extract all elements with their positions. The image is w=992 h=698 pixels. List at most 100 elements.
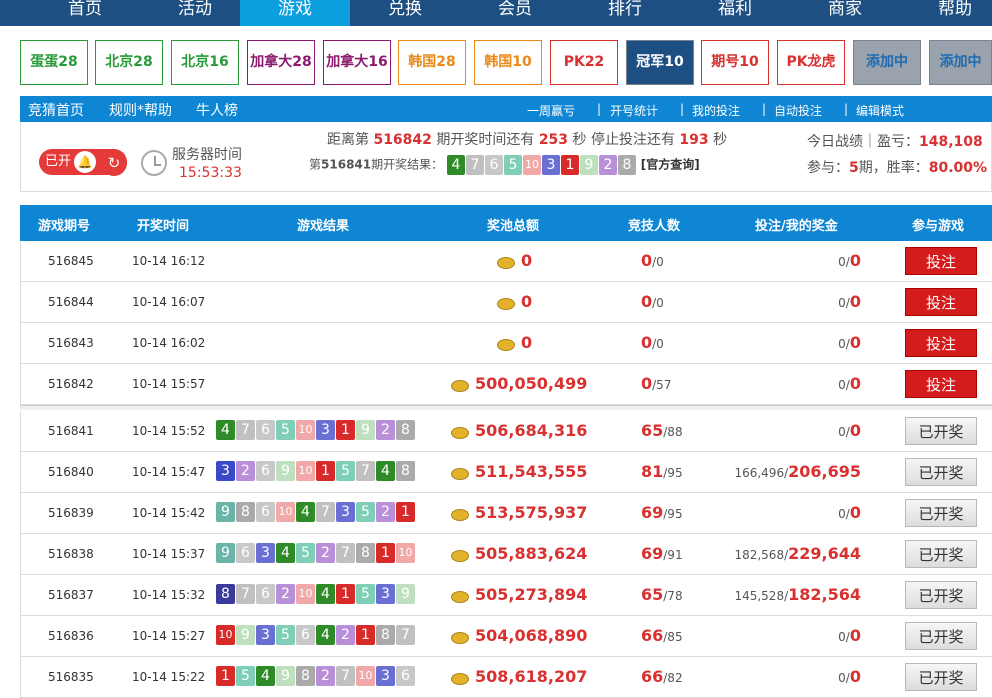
topnav-item[interactable]: 游戏 [240,0,350,26]
result-ball: 2 [316,666,335,686]
table-row: 516842 10-14 15:57 500,050,499 0/57 0/0 投注 [20,364,992,405]
result-ball: 2 [316,543,335,563]
result-ball: 3 [256,543,275,563]
drawn-button[interactable]: 已开奖 [905,417,977,445]
result-balls: 3 2 6 9 10 1 5 7 4 8 [216,461,416,481]
subnav-mybets-link[interactable]: 我的投注 [692,102,740,119]
result-ball: 4 [316,625,335,645]
drawn-button[interactable]: 已开奖 [905,458,977,486]
result-ball: 7 [336,543,355,563]
drawn-button[interactable]: 已开奖 [905,622,977,650]
result-ball: 3 [376,666,395,686]
topnav-item[interactable]: 排行 [570,0,680,26]
result-ball: 10 [296,420,315,440]
game-tab[interactable]: 北京28 [95,40,163,85]
result-ball: 7 [236,420,255,440]
col-players: 竞技人数 [628,219,681,234]
bet-button[interactable]: 投注 [905,288,977,316]
game-tab[interactable]: PK龙虎 [777,40,845,85]
result-balls: 9 8 6 10 4 7 3 5 2 1 [216,502,416,522]
bet-button[interactable]: 投注 [905,370,977,398]
pool-total: 505,273,894 [451,585,587,604]
coin-icon [451,631,469,644]
table-header: 游戏期号 开奖时间 游戏结果 奖池总额 竞技人数 投注/我的奖金 参与游戏 [20,205,992,241]
issue-number: 516840 [48,465,94,479]
issue-number: 516842 [48,377,94,391]
topnav-item[interactable]: 首页 [30,0,140,26]
table-row: 516843 10-14 16:02 0 0/0 0/0 投注 [20,323,992,364]
game-tab[interactable]: PK22 [550,40,618,85]
topnav-item[interactable]: 福利 [680,0,790,26]
game-tab[interactable]: 韩国10 [474,40,542,85]
col-join: 参与游戏 [912,219,965,234]
subnav-editmode-link[interactable]: 编辑模式 [856,102,904,119]
refresh-icon[interactable]: ↻ [101,150,127,176]
coin-icon [497,256,515,269]
subnav-ranking-link[interactable]: 牛人榜 [196,100,238,120]
coin-icon [451,549,469,562]
result-ball: 5 [276,420,295,440]
today-stats: 今日战绩｜盈亏：148,108 [807,134,983,150]
drawn-button[interactable]: 已开奖 [905,540,977,568]
subnav-weekly-link[interactable]: 一周赢亏 [527,102,575,119]
issue-number: 516837 [48,588,94,602]
pool-total: 508,618,207 [451,667,587,686]
pool-value: 0 [521,333,533,352]
issue-number: 516838 [48,547,94,561]
bell-icon: 🔔 [74,151,96,173]
result-ball: 5 [503,155,522,175]
result-ball: 5 [356,502,375,522]
result-ball: 9 [216,502,235,522]
game-tab[interactable]: 韩国28 [398,40,466,85]
draw-time: 10-14 15:37 [132,547,206,561]
result-ball: 1 [336,584,355,604]
game-tab[interactable]: 蛋蛋28 [20,40,88,85]
result-ball: 10 [296,584,315,604]
topnav-item[interactable]: 活动 [140,0,250,26]
result-ball: 8 [296,666,315,686]
divider [20,405,992,410]
result-ball: 8 [396,461,415,481]
pool-total: 506,684,316 [451,421,587,440]
bet-prize: 0/0 [838,251,861,270]
result-ball: 6 [396,666,415,686]
bet-button[interactable]: 投注 [905,329,977,357]
result-ball: 2 [236,461,255,481]
game-tab[interactable]: 添加中 [929,40,992,85]
game-tab[interactable]: 北京16 [171,40,239,85]
game-tab[interactable]: 加拿大28 [247,40,315,85]
bet-prize: 0/0 [838,626,861,645]
result-ball: 5 [356,584,375,604]
topnav-item[interactable]: 兑换 [350,0,460,26]
col-result: 游戏结果 [297,219,350,234]
result-balls: 4 7 6 5 10 3 1 9 2 8 [216,420,416,440]
result-ball: 3 [316,420,335,440]
pool-value: 505,273,894 [475,585,588,604]
divider: | [844,102,849,116]
result-ball: 4 [296,502,315,522]
game-tab[interactable]: 冠军10 [626,40,694,85]
bet-button[interactable]: 投注 [905,247,977,275]
game-tab[interactable]: 添加中 [853,40,921,85]
subnav-autobet-link[interactable]: 自动投注 [774,102,822,119]
topnav-item[interactable]: 帮助 [900,0,992,26]
divider: | [680,102,685,116]
game-tab[interactable]: 期号10 [701,40,769,85]
drawn-button[interactable]: 已开奖 [905,581,977,609]
clock-icon [141,150,167,176]
drawn-button[interactable]: 已开奖 [905,499,977,527]
result-ball: 4 [276,543,295,563]
topnav-item[interactable]: 会员 [460,0,570,26]
subnav-home-link[interactable]: 竞猜首页 [28,100,84,120]
drawn-button[interactable]: 已开奖 [905,663,977,691]
pool-value: 508,618,207 [475,667,588,686]
subnav-stats-link[interactable]: 开号统计 [610,102,658,119]
result-ball: 2 [376,502,395,522]
topnav-item[interactable]: 商家 [790,0,900,26]
issue-number: 516843 [48,336,94,350]
subnav-rules-link[interactable]: 规则*帮助 [109,100,172,120]
result-ball: 7 [336,666,355,686]
official-query-link[interactable]: [官方查询] [641,158,700,172]
last-result: 第516841期开奖结果： 4 7 6 5 10 3 1 9 2 8 [官方查询] [309,155,700,175]
game-tab[interactable]: 加拿大16 [323,40,391,85]
